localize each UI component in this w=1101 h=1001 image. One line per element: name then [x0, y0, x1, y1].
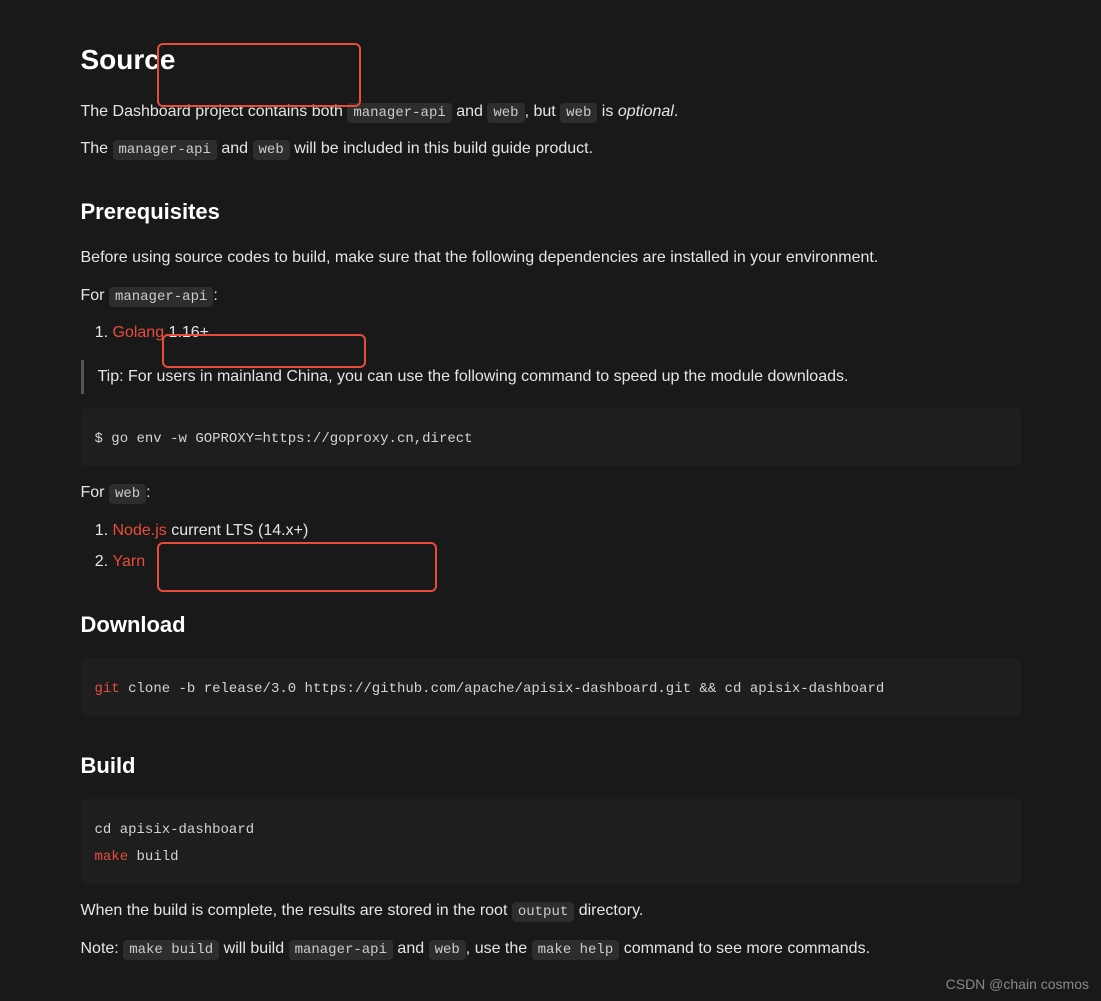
- heading-download: Download: [81, 607, 1021, 642]
- nodejs-link[interactable]: Node.js: [113, 522, 167, 539]
- text: will build: [219, 940, 288, 957]
- text-optional: optional: [618, 103, 674, 120]
- source-paragraph-2: The manager-api and web will be included…: [81, 136, 1021, 162]
- cmd-text: clone -b release/3.0 https://github.com/…: [120, 681, 885, 697]
- text: When the build is complete, the results …: [81, 902, 512, 919]
- text: and: [217, 140, 253, 157]
- code-block-download[interactable]: git clone -b release/3.0 https://github.…: [81, 658, 1021, 716]
- text: .: [674, 103, 678, 120]
- golang-link[interactable]: Golang: [113, 324, 165, 341]
- code-content: cd apisix-dashboard make build: [95, 822, 255, 864]
- text: Note:: [81, 940, 124, 957]
- nodejs-version: current LTS (14.x+): [167, 522, 309, 539]
- golang-version: 1.16+: [164, 324, 209, 341]
- code-manager-api: manager-api: [109, 287, 213, 307]
- code-web: web: [253, 140, 290, 160]
- keyword-git: git: [95, 681, 120, 697]
- text: The Dashboard project contains both: [81, 103, 348, 120]
- text: , use the: [466, 940, 532, 957]
- text: :: [146, 484, 150, 501]
- for-web: For web:: [81, 480, 1021, 506]
- code-manager-api: manager-api: [289, 940, 393, 960]
- heading-source: Source: [81, 38, 1021, 83]
- text: , but: [525, 103, 561, 120]
- text: and: [393, 940, 429, 957]
- text: The: [81, 140, 113, 157]
- heading-prerequisites: Prerequisites: [81, 194, 1021, 229]
- build-note: Note: make build will build manager-api …: [81, 936, 1021, 962]
- watermark: CSDN @chain cosmos: [946, 973, 1089, 995]
- tip-text: Tip: For users in mainland China, you ca…: [98, 368, 849, 385]
- prerequisites-intro: Before using source codes to build, make…: [81, 245, 1021, 271]
- code-content: git clone -b release/3.0 https://github.…: [95, 681, 885, 697]
- text: command to see more commands.: [619, 940, 870, 957]
- code-manager-api: manager-api: [113, 140, 217, 160]
- text: :: [213, 287, 217, 304]
- code-output: output: [512, 902, 574, 922]
- code-web: web: [109, 484, 146, 504]
- api-deps-list: Golang 1.16+: [113, 320, 1021, 346]
- code-manager-api: manager-api: [347, 103, 451, 123]
- code-make-build: make build: [123, 940, 219, 960]
- tip-block: Tip: For users in mainland China, you ca…: [81, 360, 1021, 394]
- keyword-make: make: [95, 849, 129, 865]
- web-deps-list: Node.js current LTS (14.x+) Yarn: [113, 518, 1021, 575]
- code-block-goproxy[interactable]: $ go env -w GOPROXY=https://goproxy.cn,d…: [81, 408, 1021, 466]
- document-container: Source The Dashboard project contains bo…: [61, 38, 1041, 961]
- list-item: Node.js current LTS (14.x+): [113, 518, 1021, 544]
- code-content: $ go env -w GOPROXY=https://goproxy.cn,d…: [95, 431, 473, 447]
- heading-build: Build: [81, 748, 1021, 783]
- code-web: web: [429, 940, 466, 960]
- code-block-build[interactable]: cd apisix-dashboard make build: [81, 799, 1021, 884]
- text: and: [452, 103, 488, 120]
- code-web: web: [560, 103, 597, 123]
- list-item: Yarn: [113, 549, 1021, 575]
- list-item: Golang 1.16+: [113, 320, 1021, 346]
- source-paragraph-1: The Dashboard project contains both mana…: [81, 99, 1021, 125]
- yarn-link[interactable]: Yarn: [113, 553, 146, 570]
- for-manager-api: For manager-api:: [81, 283, 1021, 309]
- cmd-text: cd apisix-dashboard: [95, 822, 255, 838]
- code-make-help: make help: [532, 940, 620, 960]
- text: directory.: [574, 902, 643, 919]
- text: is: [597, 103, 617, 120]
- code-web: web: [487, 103, 524, 123]
- text: For: [81, 484, 109, 501]
- text: For: [81, 287, 109, 304]
- cmd-text: build: [128, 849, 178, 865]
- build-result: When the build is complete, the results …: [81, 898, 1021, 924]
- text: will be included in this build guide pro…: [290, 140, 593, 157]
